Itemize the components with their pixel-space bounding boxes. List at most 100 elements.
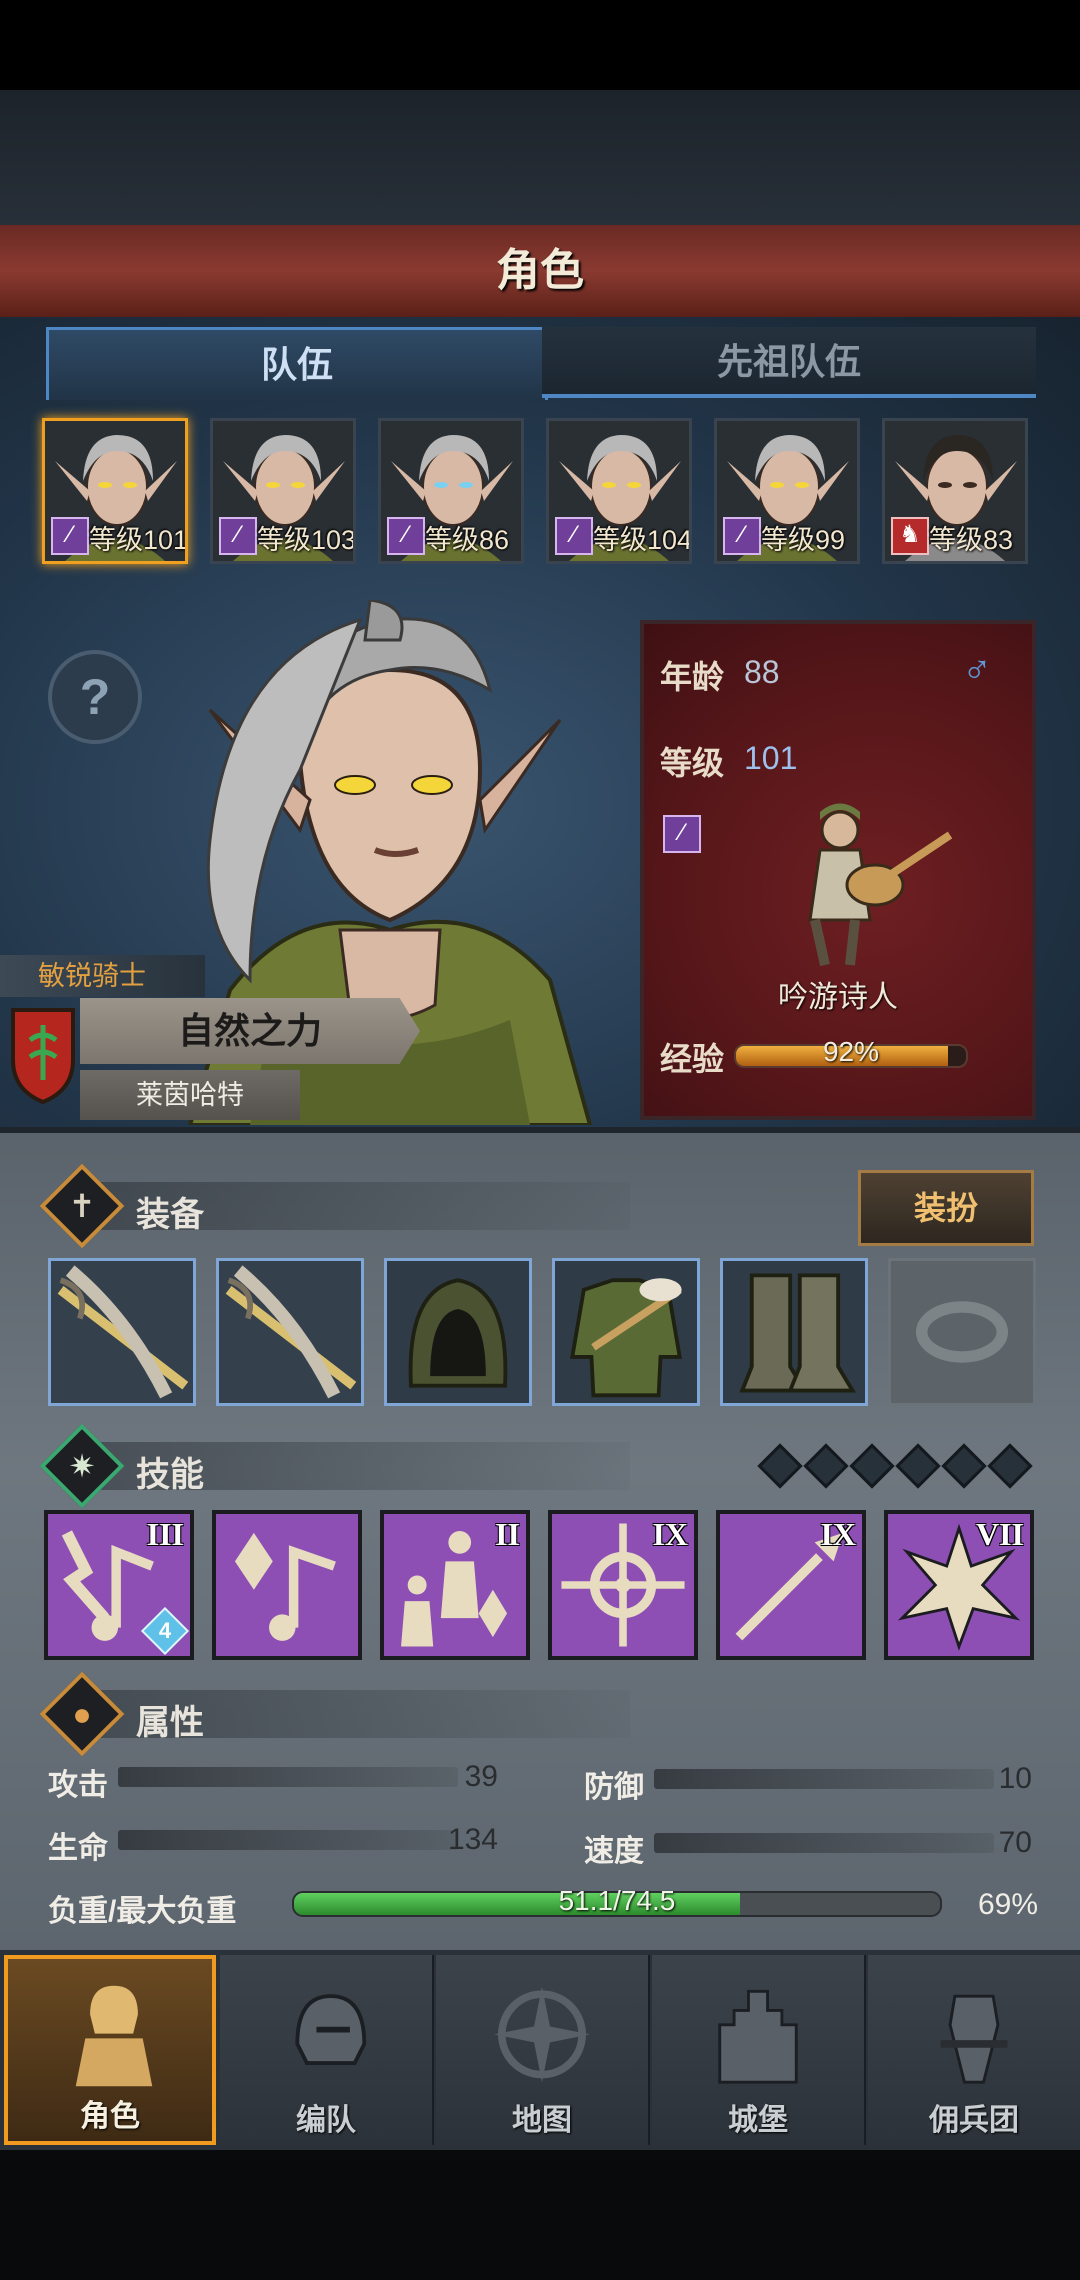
- life-label: 生命: [48, 1832, 108, 1865]
- attack-label: 攻击: [48, 1769, 108, 1802]
- equipment-slot[interactable]: [888, 1258, 1036, 1406]
- dress-up-button[interactable]: 装扮: [858, 1170, 1034, 1246]
- speed-label: 速度: [584, 1835, 644, 1868]
- party-level: 等级83: [929, 525, 1014, 555]
- exp-label: 经验: [660, 1041, 725, 1077]
- load-label: 负重/最大负重: [48, 1895, 237, 1928]
- tunic-icon: [555, 1261, 697, 1403]
- class-name: 吟游诗人: [778, 981, 898, 1014]
- skill-rank: IX: [652, 1516, 688, 1552]
- party-level: 等级104: [593, 525, 692, 555]
- nav-compass[interactable]: 地图: [436, 1955, 650, 2145]
- skill-badge-number: 4: [158, 1618, 172, 1643]
- skill-rank: III: [146, 1516, 184, 1552]
- defense-value: 10: [998, 1762, 1032, 1795]
- equipment-slot[interactable]: [720, 1258, 868, 1406]
- skill-slot[interactable]: III 4: [44, 1510, 194, 1660]
- crystal-song-icon: [216, 1514, 358, 1656]
- party-portrait[interactable]: ⁄ 等级104: [546, 418, 692, 564]
- life-value: 134: [447, 1823, 498, 1856]
- sword-icon: ✝: [68, 1188, 96, 1224]
- life-bar: [118, 1830, 458, 1850]
- skill-slot[interactable]: II: [380, 1510, 530, 1660]
- skill-slot[interactable]: IX: [716, 1510, 866, 1660]
- castle-icon: [718, 1989, 798, 2084]
- staff-icon: ⁄: [663, 815, 701, 853]
- party-portrait[interactable]: ⁄ 等级101: [42, 418, 188, 564]
- party-level: 等级99: [761, 525, 846, 555]
- nav-knight[interactable]: 角色: [4, 1955, 216, 2145]
- equipment-title: 装备: [136, 1196, 204, 1234]
- party-portrait[interactable]: ⁄ 等级86: [378, 418, 524, 564]
- load-percent: 69%: [977, 1888, 1038, 1921]
- party-level: 等级103: [257, 525, 356, 555]
- crossbow-icon: [51, 1261, 193, 1403]
- attack-bar: [118, 1767, 458, 1787]
- page-title: 角色: [496, 246, 584, 295]
- attributes-title: 属性: [136, 1704, 204, 1742]
- party-portrait[interactable]: ⁄ 等级99: [714, 418, 860, 564]
- age-label: 年龄: [660, 659, 725, 695]
- nav-label: 角色: [80, 2100, 140, 2133]
- crest-icon: [11, 1008, 75, 1105]
- person-icon: ●: [72, 1696, 92, 1732]
- speed-value: 70: [998, 1826, 1032, 1859]
- staff-icon: ⁄: [219, 517, 257, 555]
- skill-rank: II: [495, 1516, 520, 1552]
- title-banner: 角色: [0, 225, 1080, 320]
- hood-icon: [387, 1261, 529, 1403]
- help-button[interactable]: ?: [48, 650, 142, 744]
- compass-icon: [494, 1986, 590, 2083]
- nav-helmet[interactable]: 编队: [220, 1955, 434, 2145]
- crossbow-icon: [219, 1261, 361, 1403]
- nav-castle[interactable]: 城堡: [652, 1955, 866, 2145]
- defense-bar: [654, 1769, 994, 1789]
- top-background: [0, 90, 1080, 225]
- staff-icon: ⁄: [555, 517, 593, 555]
- knight-icon: [75, 1985, 153, 2087]
- skill-slot[interactable]: VII: [884, 1510, 1034, 1660]
- party-level: 等级101: [89, 525, 188, 555]
- age-value: 88: [744, 654, 780, 690]
- tab-team[interactable]: 队伍: [46, 327, 548, 400]
- staff-icon: ⁄: [51, 517, 89, 555]
- load-value: 51.1/74.5: [558, 1885, 676, 1916]
- party-level: 等级86: [425, 525, 510, 555]
- nav-label: 佣兵团: [929, 2104, 1019, 2137]
- nav-label: 地图: [512, 2104, 572, 2137]
- skill-rank: IX: [820, 1516, 856, 1552]
- staff-icon: ⁄: [387, 517, 425, 555]
- character-name: 自然之力: [80, 998, 420, 1064]
- star-icon: ✷: [68, 1448, 96, 1484]
- bard-class-figure: [808, 803, 953, 967]
- attack-value: 39: [464, 1760, 498, 1793]
- skill-slot[interactable]: IX: [548, 1510, 698, 1660]
- skill-slot[interactable]: [212, 1510, 362, 1660]
- equipment-slot[interactable]: [384, 1258, 532, 1406]
- bear-icon: ♞: [891, 517, 929, 555]
- equipment-slot[interactable]: [552, 1258, 700, 1406]
- male-icon: ♂: [962, 648, 992, 692]
- party-portrait[interactable]: ⁄ 等级103: [210, 418, 356, 564]
- mercenary-icon: [940, 1994, 1008, 2084]
- defense-label: 防御: [584, 1771, 644, 1804]
- skill-rank: VII: [975, 1516, 1024, 1552]
- tab-ancestor-team[interactable]: 先祖队伍: [542, 327, 1036, 398]
- nav-mercenary[interactable]: 佣兵团: [868, 1955, 1080, 2145]
- level-value: 101: [744, 740, 798, 776]
- speed-bar: [654, 1833, 994, 1853]
- party-portrait[interactable]: ♞ 等级83: [882, 418, 1028, 564]
- status-bar: [0, 0, 1080, 90]
- system-nav-area: [0, 2150, 1080, 2280]
- character-title-tag: 敏锐骑士: [0, 955, 205, 997]
- boots-icon: [723, 1261, 865, 1403]
- equipment-slot[interactable]: [216, 1258, 364, 1406]
- level-label: 等级: [660, 745, 725, 781]
- ring-icon: [891, 1261, 1033, 1403]
- nav-label: 编队: [296, 2104, 356, 2137]
- equipment-slot[interactable]: [48, 1258, 196, 1406]
- exp-percent: 92%: [822, 1036, 880, 1067]
- skills-title: 技能: [136, 1456, 204, 1494]
- nav-label: 城堡: [728, 2104, 788, 2137]
- helmet-icon: [295, 1994, 367, 2065]
